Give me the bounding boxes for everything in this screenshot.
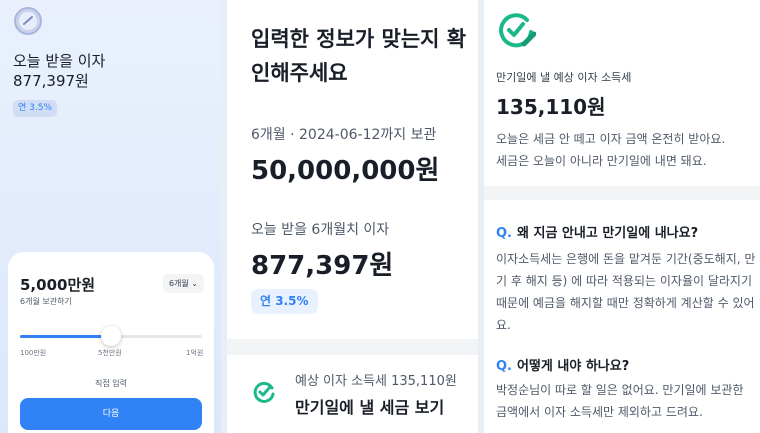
tax-label: 만기일에 낼 예상 이자 소득세 [496,71,632,84]
next-button[interactable]: 다음 [20,398,202,430]
interest-summary-panel: 오늘 받을 이자 877,397원 연 3.5% 5,000만원 6개월 보관하… [0,0,221,433]
faq-q-mark: Q. [496,359,512,374]
tax-description: 오늘은 세금 안 떼고 이자 금액 온전히 받아요. 세금은 오늘이 아니라 만… [496,128,758,172]
refresh-check-icon [253,381,275,403]
faq-q-mark: Q. [496,226,512,241]
tax-description-line: 세금은 오늘이 아니라 만기일에 내면 돼요. [496,154,707,168]
confirm-panel: 입력한 정보가 맞는지 확인해주세요 6개월 · 2024-06-12까지 보관… [227,0,478,433]
today-interest-label: 오늘 받을 이자 [13,52,106,70]
slider-thumb[interactable] [101,326,121,346]
slider-tick-mid: 5천만원 [98,349,122,357]
principal-amount: 50,000,000원 [251,156,440,186]
tax-detail-panel: 만기일에 낼 예상 이자 소득세 135,110원 오늘은 세금 안 떼고 이자… [484,0,760,433]
period-subtitle: 6개월 보관하기 [20,297,72,306]
period-select[interactable]: 6개월 ⌄ [162,274,204,293]
section-divider [484,186,760,200]
principal-amount: 5,000만원 [20,276,96,294]
tax-amount: 135,110원 [496,95,606,119]
slider-fill [20,335,111,338]
today-interest-amount: 877,397원 [13,72,89,90]
section-divider [227,339,478,355]
rate-badge: 연 3.5% [251,289,318,314]
faq-question: Q. 어떻게 내야 하나요? [496,355,629,374]
chevron-down-icon: ⌄ [191,279,198,288]
rate-badge: 연 3.5% [13,100,58,117]
faq-answer: 이자소득세는 은행에 돈을 맡겨둔 기간(중도해지, 만기 후 해지 등) 에 … [496,252,756,332]
interest-amount: 877,397원 [251,251,394,281]
direct-input-link[interactable]: 직접 입력 [8,378,214,389]
interest-label: 오늘 받을 6개월치 이자 [251,222,390,238]
amount-bottom-sheet: 5,000만원 6개월 보관하기 6개월 ⌄ 100만원 5천만원 1억원 직접… [8,252,214,433]
page-title: 입력한 정보가 맞는지 확인해주세요 [251,27,467,85]
view-tax-link[interactable]: 만기일에 낼 세금 보기 [295,394,444,418]
faq-question: Q. 왜 지금 안내고 만기일에 내나요? [496,222,698,241]
coin-icon [14,7,42,35]
tax-description-line: 오늘은 세금 안 떼고 이자 금액 온전히 받아요. [496,132,726,146]
slider-tick-max: 1억원 [186,349,204,357]
deposit-period-meta: 6개월 · 2024-06-12까지 보관 [251,127,437,143]
slider-tick-min: 100만원 [20,349,47,357]
faq-answer: 박정순님이 따로 할 일은 없어요. 만기일에 보관한 금액에서 이자 소득세만… [496,383,744,419]
period-select-value: 6개월 [168,279,189,288]
faq-question-text: 어떻게 내야 하나요? [517,359,630,374]
amount-slider[interactable] [20,326,202,346]
faq-question-text: 왜 지금 안내고 만기일에 내나요? [517,226,699,241]
estimated-tax-text: 예상 이자 소득세 135,110원 [295,374,457,389]
check-pencil-icon [499,13,536,48]
